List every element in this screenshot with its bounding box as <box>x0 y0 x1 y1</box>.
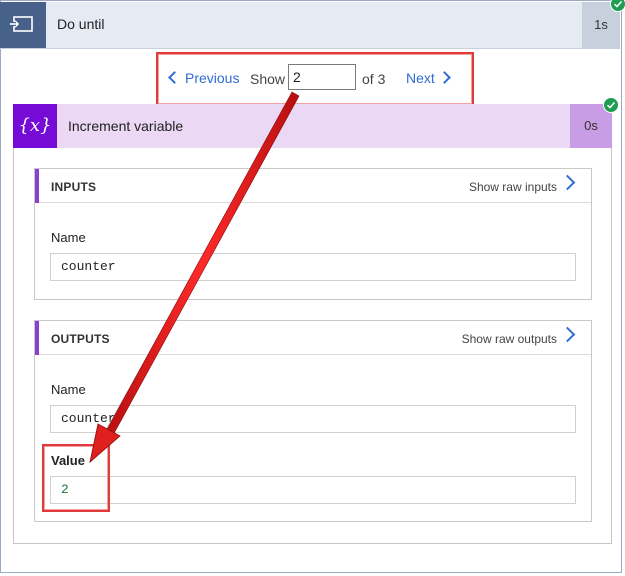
annotation-arrow <box>89 91 300 464</box>
